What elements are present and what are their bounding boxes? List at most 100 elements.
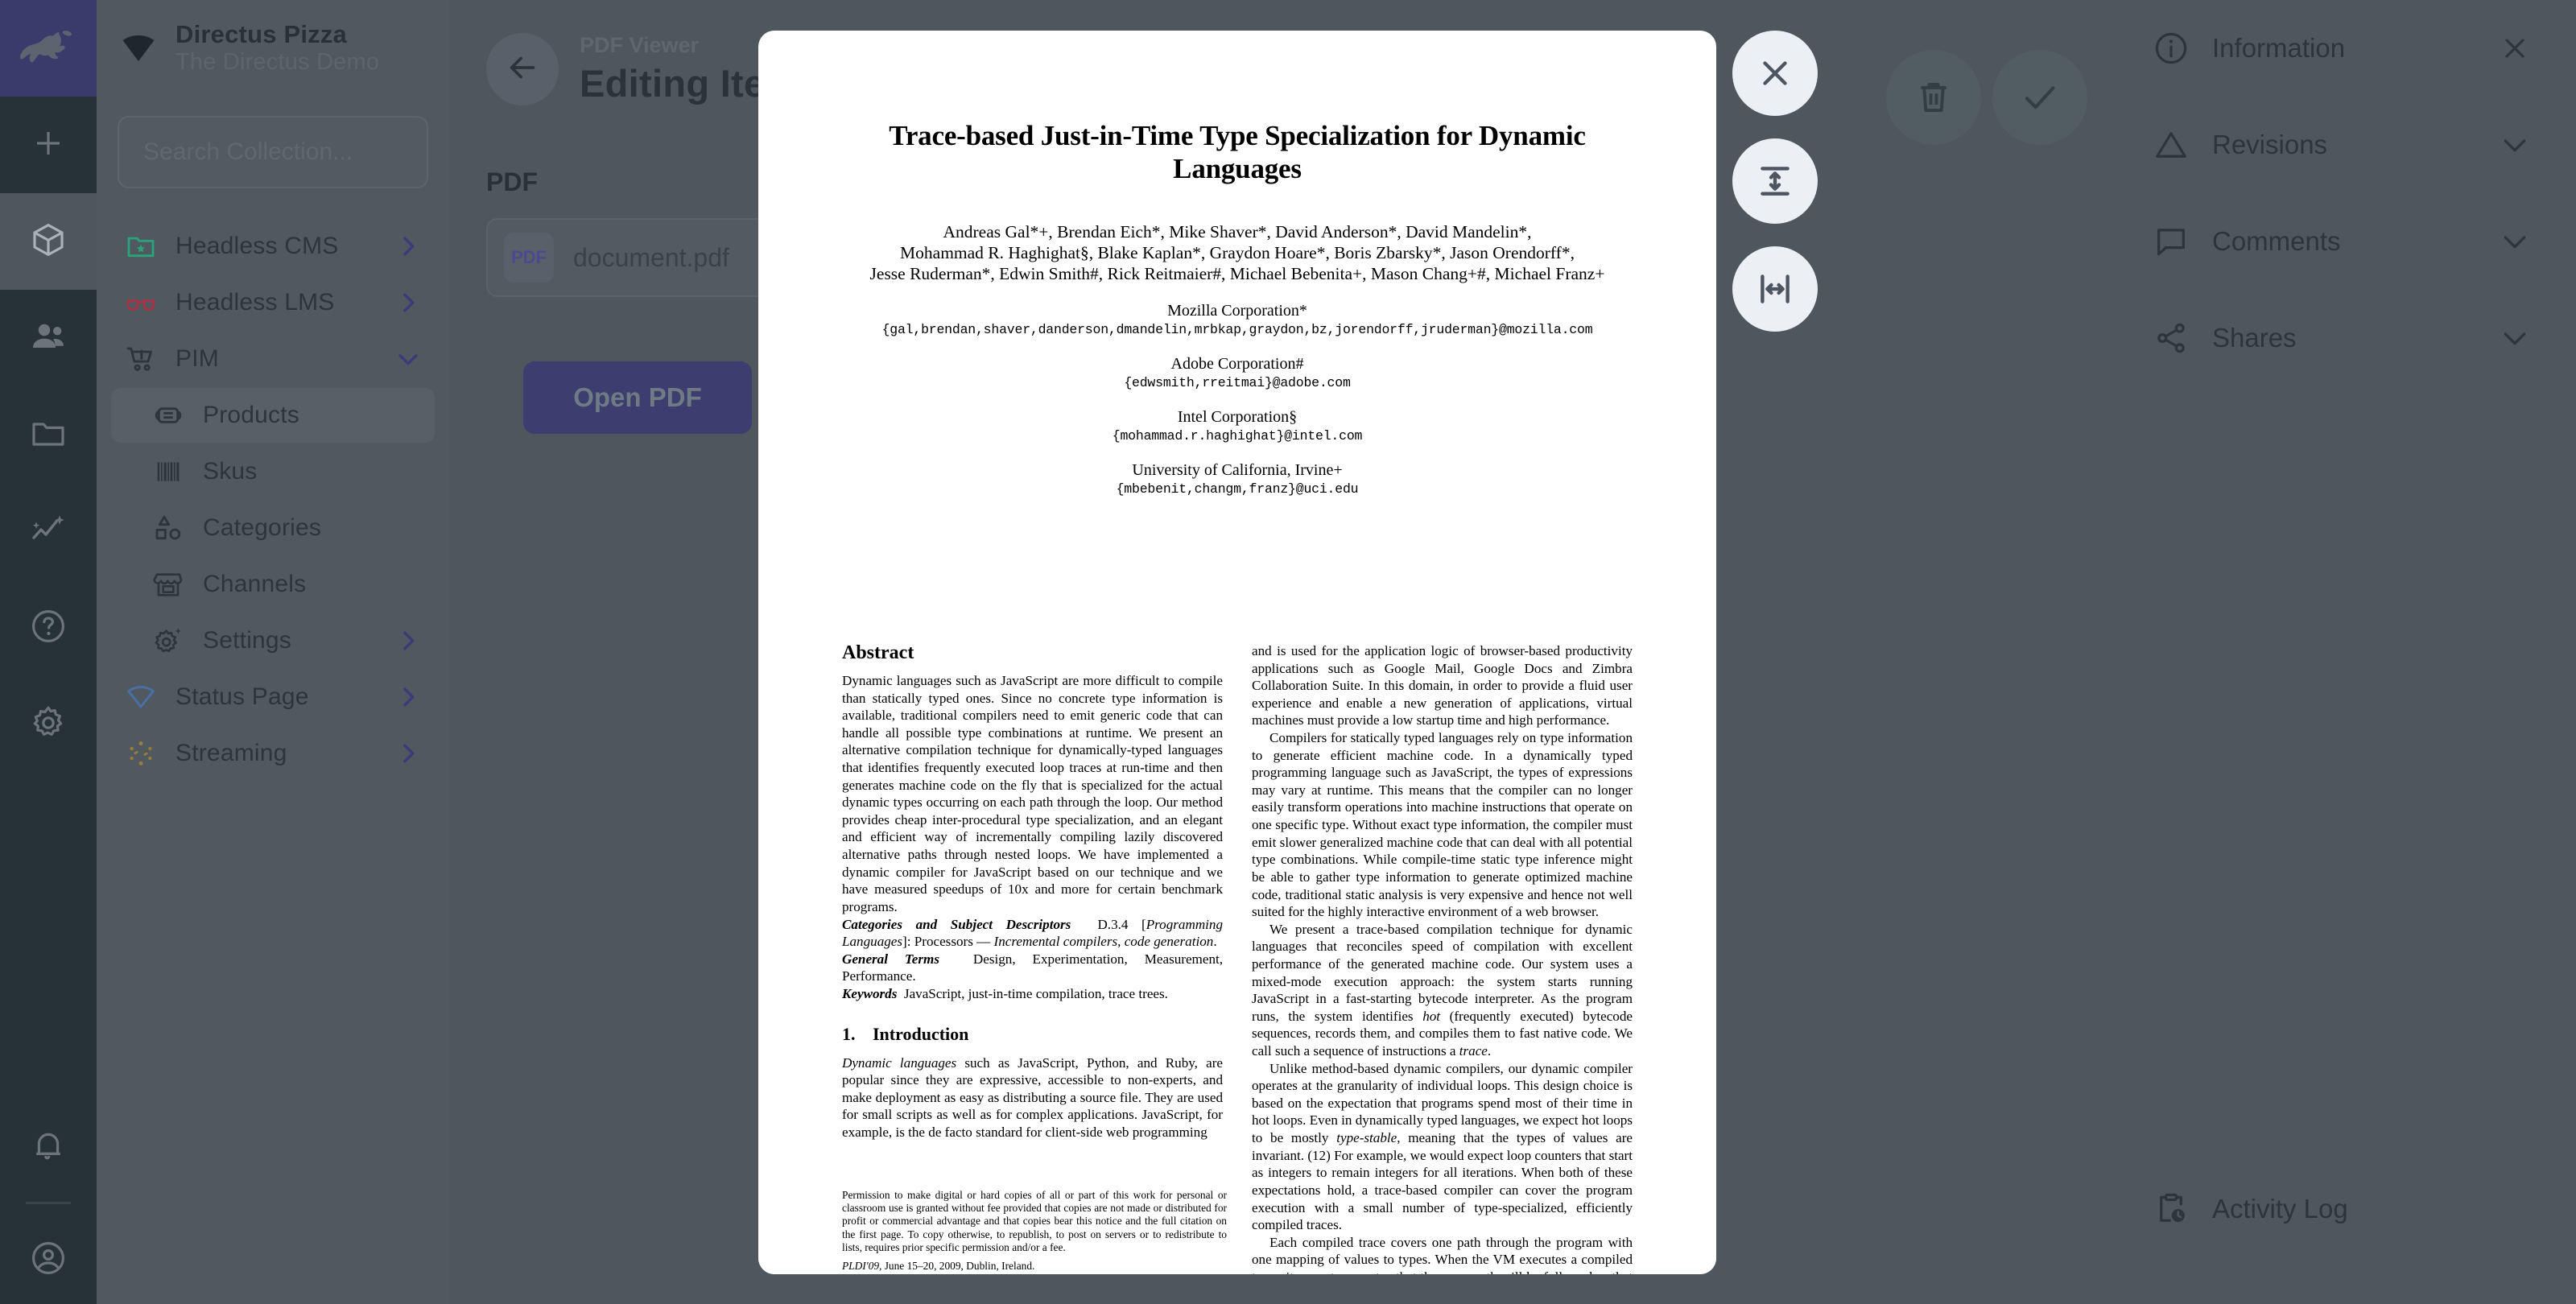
- sidebar-item-products[interactable]: Products: [111, 388, 435, 443]
- users-icon: [29, 317, 68, 360]
- sidebar-item-categories[interactable]: Categories: [111, 501, 435, 555]
- chevron-right-icon[interactable]: [394, 289, 422, 316]
- conference-line: PLDI'09, June 15–20, 2009, Dublin, Irela…: [842, 1260, 1035, 1273]
- search-input[interactable]: Search Collection...: [118, 116, 428, 188]
- sidebar-item-label: Settings: [203, 627, 291, 654]
- module-content-button[interactable]: [0, 193, 97, 290]
- activity-log-label: Activity Log: [2212, 1194, 2348, 1224]
- sidebar-item-settings[interactable]: Settings: [111, 613, 435, 668]
- module-settings-button[interactable]: [0, 676, 97, 773]
- sidebar-item-streaming[interactable]: Streaming: [111, 726, 435, 781]
- section-heading-introduction: 1. Introduction: [842, 1023, 969, 1044]
- categories-descriptors: Categories and Subject Descriptors D.3.4…: [842, 916, 1224, 950]
- copyright-notice: Permission to make digital or hard copie…: [842, 1188, 1227, 1253]
- back-button[interactable]: [486, 33, 559, 105]
- help-icon: [29, 607, 68, 650]
- folder-star-icon: [124, 229, 158, 263]
- chevron-right-icon[interactable]: [394, 683, 422, 711]
- sidebar-item-label: Streaming: [175, 740, 287, 766]
- save-item-button[interactable]: [1992, 50, 2087, 145]
- chevron-right-icon[interactable]: [394, 627, 422, 654]
- module-create-button[interactable]: [0, 97, 97, 193]
- fit-page-width-button[interactable]: [1732, 246, 1818, 332]
- sidebar-item-label: Products: [203, 402, 299, 428]
- module-user-directory-button[interactable]: [0, 290, 97, 386]
- sidebar-item-channels[interactable]: Channels: [111, 557, 435, 612]
- paper-column-right: and is used for the application logic of…: [1252, 642, 1633, 1274]
- fit-page-height-button[interactable]: [1732, 138, 1818, 224]
- directus-rabbit-logo[interactable]: [0, 0, 97, 97]
- module-file-library-button[interactable]: [0, 386, 97, 483]
- pdf-page[interactable]: Trace-based Just-in-Time Type Specializa…: [758, 119, 1716, 1274]
- close-icon: [1755, 53, 1795, 93]
- navigation-sidebar: Directus Pizza The Directus Demo Search …: [97, 0, 449, 1304]
- sidebar-item-headless-lms[interactable]: Headless LMS: [111, 275, 435, 330]
- sidebar-item-label: Headless LMS: [175, 289, 335, 316]
- sidebar-item-skus[interactable]: Skus: [111, 444, 435, 499]
- categories-label: Categories and Subject Descriptors: [842, 916, 1071, 932]
- sidebar-item-pim[interactable]: PIM: [111, 332, 435, 386]
- info-label: Revisions: [2212, 130, 2328, 159]
- info-sidebar-spacer: [2107, 386, 2576, 1161]
- open-pdf-button[interactable]: Open PDF: [523, 361, 752, 434]
- chevron-down-icon[interactable]: [2499, 129, 2531, 161]
- chevron-right-icon[interactable]: [394, 233, 422, 260]
- directus-app-window: Directus Pizza The Directus Demo Search …: [0, 0, 2576, 1304]
- delete-item-button[interactable]: [1886, 50, 1981, 145]
- chevron-right-icon[interactable]: [394, 740, 422, 767]
- affiliation-org: Intel Corporation§: [1177, 408, 1298, 427]
- close-icon[interactable]: [2499, 32, 2531, 64]
- info-label: Information: [2212, 33, 2346, 63]
- module-divider: [26, 1202, 71, 1204]
- sidebar-item-status-page[interactable]: Status Page: [111, 670, 435, 724]
- project-header[interactable]: Directus Pizza The Directus Demo: [97, 0, 449, 97]
- affiliation-email: {edwsmith,rreitmai}@adobe.com: [1124, 375, 1351, 391]
- affiliation-block: Mozilla Corporation* {gal,brendan,shaver…: [758, 302, 1716, 337]
- sidebar-item-label: Categories: [203, 514, 322, 541]
- affiliation-email: {mbebenit,changm,franz}@uci.edu: [1116, 481, 1359, 497]
- account-circle-icon: [29, 1239, 68, 1281]
- right-col-paragraph: Unlike method-based dynamic compilers, o…: [1252, 1060, 1633, 1233]
- affiliation-block: Adobe Corporation# {edwsmith,rreitmai}@a…: [758, 355, 1716, 390]
- glasses-icon: [124, 286, 158, 320]
- cart-icon: [124, 342, 158, 376]
- right-col-paragraph: We present a trace-based compilation tec…: [1252, 921, 1633, 1059]
- right-col-paragraph: and is used for the application logic of…: [1252, 643, 1633, 728]
- fit-height-icon: [1755, 161, 1795, 201]
- storefront-icon: [151, 567, 185, 601]
- notifications-button[interactable]: [0, 1099, 97, 1195]
- info-sidebar: Information Revisions Comments Shares Ac…: [2107, 0, 2576, 1304]
- info-row-revisions[interactable]: Revisions: [2107, 97, 2576, 193]
- gear-sparkle-icon: [151, 624, 185, 658]
- search-placeholder: Search Collection...: [143, 138, 353, 165]
- folder-icon: [29, 414, 68, 456]
- module-insights-button[interactable]: [0, 483, 97, 580]
- sparkle-dots-icon: [124, 737, 158, 770]
- info-circle-icon: [2153, 30, 2190, 67]
- pdf-viewer-modal: Trace-based Just-in-Time Type Specializa…: [758, 31, 1716, 1274]
- info-row-comments[interactable]: Comments: [2107, 193, 2576, 290]
- box-icon: [29, 221, 68, 263]
- sidebar-item-headless-cms[interactable]: Headless CMS: [111, 219, 435, 274]
- sidebar-item-label: Headless CMS: [175, 233, 339, 259]
- info-row-shares[interactable]: Shares: [2107, 290, 2576, 386]
- affiliation-email: {gal,brendan,shaver,danderson,dmandelin,…: [881, 322, 1593, 338]
- author-line: Andreas Gal*+, Brendan Eich*, Mike Shave…: [943, 221, 1532, 241]
- keywords-label: Keywords: [842, 985, 898, 1001]
- info-row-information[interactable]: Information: [2107, 0, 2576, 97]
- project-subtitle: The Directus Demo: [175, 49, 380, 76]
- abstract-heading: Abstract: [842, 642, 914, 663]
- close-pdf-viewer-button[interactable]: [1732, 31, 1818, 116]
- chevron-down-icon[interactable]: [2499, 225, 2531, 258]
- author-line: Mohammad R. Haghighat§, Blake Kaplan*, G…: [900, 242, 1575, 262]
- directus-wifi-bookmark-icon: [118, 27, 159, 69]
- chevron-down-icon[interactable]: [2499, 322, 2531, 354]
- chevron-down-icon[interactable]: [394, 345, 422, 373]
- module-help-button[interactable]: [0, 580, 97, 676]
- arrow-left-icon: [504, 49, 541, 90]
- paper-column-left: Abstract Dynamic languages such as JavaS…: [842, 642, 1227, 1274]
- user-account-button[interactable]: [0, 1215, 97, 1304]
- project-title: Directus Pizza: [175, 20, 347, 49]
- activity-log-row[interactable]: Activity Log: [2107, 1161, 2576, 1257]
- paper-authors: Andreas Gal*+, Brendan Eich*, Mike Shave…: [786, 221, 1689, 285]
